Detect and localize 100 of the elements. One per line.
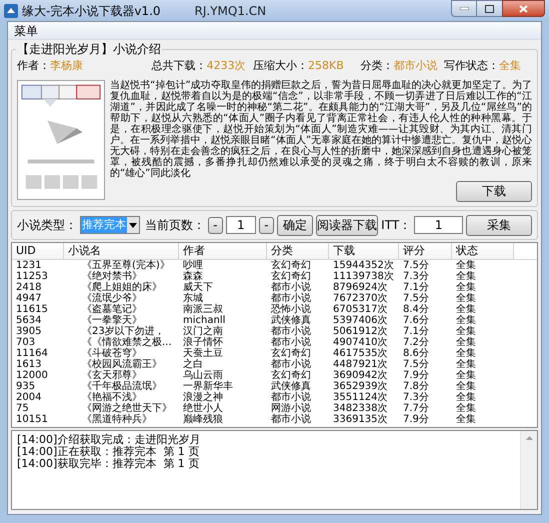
table-cell-text: 玄幻奇幻 [270, 370, 312, 381]
table-cell-text: 东城 [182, 293, 203, 304]
field-label: 写作状态： [444, 58, 500, 74]
table-cell-text: 11139738次 [332, 271, 395, 282]
page-field[interactable]: 1 [226, 216, 256, 234]
table-cell-text: 8796924次 [332, 282, 389, 293]
table-cell-text: 浪漫之神 [182, 392, 224, 403]
table-cell-text: 玄幻奇幻 [270, 348, 312, 359]
description-text: 当赵悦书“掉包计”成功夺取皇伟的捐赠巨款之后，誓为昔日屈辱血耻的决心就更加坚定了。为了复仇血耻，赵悦带着自以为是的极端“信念”，以非常手段，不顾一切弄进了日后难以工作的“江湖道”，并因此成了名噪一时的神秘“第二花”。在颇具能力的“江湖大哥”，另及几位“屌丝鸟”的帮助下，赵悦从六熟悉的“体面人”圈子内看见了背离正常社会，有违人伦人性的种种黑幕。于是，在积极理念驱使下，赵悦开始策划为“体面人”制造灾难——让其毁财、为其内讧、清其门户。在一系列举措中，赵悦亲眼目睹“体面人”无辜家庭在她的算计中惨遭悲亡。复仇中，赵悦心无大碍，特别在走会善念的疯狂之后，在良心与人性的折磨中，她深深感到自身也遭遇身心被笼罩，被残酷的震撼，多番挣扎却仍然难以承受的灵魂之痛，终于明白太不容赎的教训，原来的“雄心”同此淡化 [110, 80, 532, 179]
table-cell-text: 7.5分 [402, 359, 430, 370]
table-cell-text: 全集 [455, 348, 477, 359]
table-cell-text: 11615 [15, 304, 49, 315]
table-cell-text: 1231 [15, 260, 42, 271]
page-label: 当前页数： [145, 217, 205, 234]
table-cell-text: 7.6分 [402, 315, 430, 326]
column-header[interactable]: 分类 [267, 243, 329, 259]
table-cell-text: 全集 [455, 337, 477, 348]
table-cell-text: 巅峰残狼 [182, 414, 224, 425]
download-button[interactable]: 下载 [456, 181, 532, 202]
table-cell-text: 《斗破苍穹》 [81, 348, 142, 359]
table-cell-text: 恐怖小说 [270, 304, 312, 315]
table-cell-text: michanll [182, 315, 226, 326]
next-page-button[interactable]: - [259, 216, 274, 234]
table-cell-text: 7.9分 [402, 370, 430, 381]
table-cell-text: 15944352次 [332, 260, 395, 271]
table-cell-text: 全集 [455, 392, 477, 403]
column-header[interactable]: 评分 [399, 243, 452, 259]
field-label: 总共下载： [152, 58, 207, 74]
table-cell-text: 2418 [15, 282, 42, 293]
table-cell-text: 《校园风流霸王》 [81, 359, 163, 370]
scroll-up-icon [526, 436, 532, 440]
table-cell-text: 都市小说 [270, 392, 312, 403]
table-cell-text: 7.1分 [402, 326, 430, 337]
table-cell-text: 1613 [15, 359, 42, 370]
app-icon [4, 4, 18, 18]
table-cell-text: 玄幻奇幻 [270, 260, 312, 271]
table-cell-text: 3482338次 [332, 403, 389, 414]
table-cell-text: 《流氓少爷》 [81, 293, 143, 304]
minimize-button[interactable] [451, 0, 477, 17]
close-button[interactable] [502, 0, 545, 17]
table-cell-text: 一界新华丰 [182, 381, 234, 392]
table-cell-text: 7.7分 [402, 403, 430, 414]
collect-button[interactable]: 采集 [466, 214, 532, 236]
minimize-icon [460, 7, 468, 10]
table-cell-text: 3652939次 [332, 381, 389, 392]
column-header[interactable]: 下载 [329, 243, 399, 259]
table-cell-text: 汉门之南 [182, 326, 224, 337]
table-cell-text: 全集 [455, 403, 477, 414]
table-cell-text: 森森 [182, 271, 204, 282]
table-cell-text: 《五界至尊(完本)》 [81, 260, 171, 271]
table-cell-text: 全集 [455, 260, 477, 271]
field-value: 全集 [499, 58, 522, 74]
maximize-button[interactable] [477, 0, 502, 17]
column-header[interactable]: UID [12, 243, 64, 259]
table-cell-text: 武侠修真 [270, 315, 312, 326]
previous-page-button[interactable]: - [208, 216, 223, 234]
table-cell-text: 7.5分 [402, 293, 430, 304]
table-cell-text: 5061912次 [332, 326, 389, 337]
reader-download-button[interactable]: 阅读器下载 [316, 214, 378, 236]
thread-field[interactable]: 1 [414, 216, 464, 234]
field-label: 压缩大小： [253, 58, 308, 74]
table-cell-text: 全集 [455, 282, 477, 293]
table-cell-text: 11164 [15, 348, 49, 359]
table-cell-text: 浪子情怀 [182, 337, 224, 348]
table-cell-text: 《网游之绝世天下》 [81, 403, 173, 414]
table-cell-text: 《《情欲难禁之极... [81, 337, 173, 348]
field-value: 李杨康 [50, 58, 83, 74]
table-cell-text: 7.3分 [402, 271, 430, 282]
table-cell-text: 10151 [15, 414, 49, 425]
dropdown-icon [127, 217, 139, 233]
table-cell-text: 乌山云雨 [182, 370, 223, 381]
table-cell-text: 7672370次 [332, 293, 389, 304]
scrollbar[interactable] [520, 431, 537, 509]
log-line: [14:00]获取完毕：推荐完本 第 1 页 [17, 458, 200, 470]
table-cell-text: 4487921次 [332, 359, 389, 370]
table-cell-text: 全集 [455, 359, 477, 370]
table-cell-text: 11253 [15, 271, 49, 282]
column-header[interactable]: 状态 [452, 243, 514, 259]
table-cell-text: 全集 [455, 370, 477, 381]
column-header[interactable]: 小说名 [64, 243, 179, 259]
table-cell-text: 都市小说 [270, 326, 312, 337]
table-cell-text: 5397406次 [332, 315, 389, 326]
table-cell-text: 3690942次 [332, 370, 389, 381]
field-label: 分类： [360, 58, 394, 74]
table-cell-text: 都市小说 [270, 282, 312, 293]
confirm-button[interactable]: 确定 [276, 214, 314, 236]
website-address: RJ.YMQ1.CN [194, 2, 266, 20]
maximize-icon [485, 4, 494, 12]
column-header[interactable]: 作者 [179, 243, 267, 259]
table-cell-text: 绝世小人 [182, 403, 224, 414]
field-label: 作者： [17, 58, 50, 74]
table-cell-text: 全集 [455, 271, 477, 282]
log-line: [14:00]介绍获取完成：走进阳光岁月 [17, 434, 202, 446]
menu-item[interactable]: 菜单 [14, 22, 38, 40]
table-cell-text: 威天下 [182, 282, 214, 293]
table-cell-text: 7.8分 [402, 381, 430, 392]
table-cell-text: 935 [15, 381, 36, 392]
table-cell-text: 7.2分 [402, 337, 430, 348]
field-value: 258KB [308, 58, 344, 74]
table-cell-text: 全集 [455, 326, 477, 337]
